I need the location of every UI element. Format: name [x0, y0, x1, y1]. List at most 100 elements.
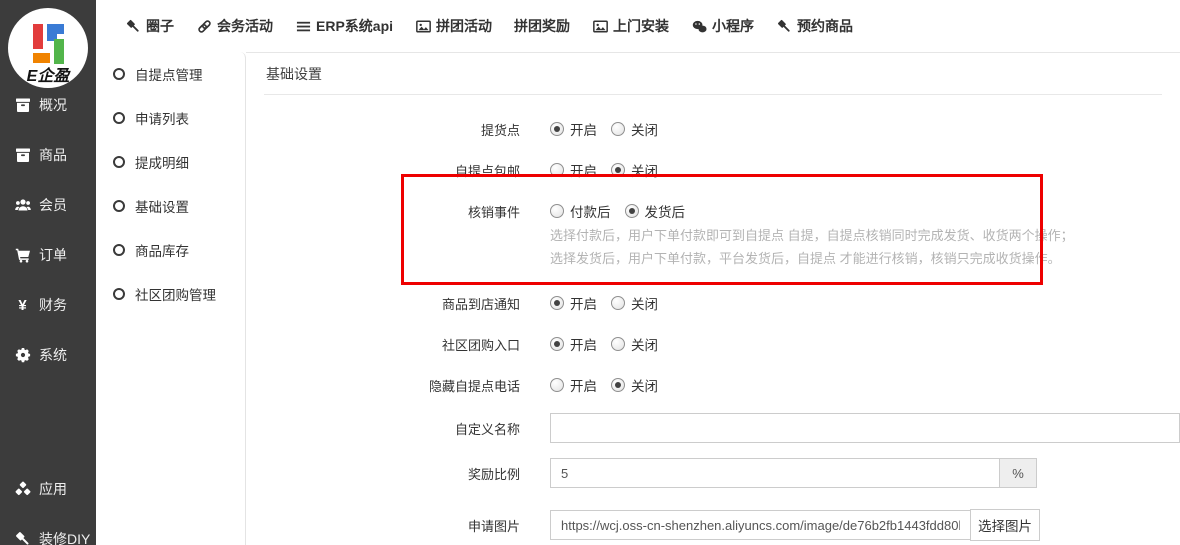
sidebar-item-label: 会员: [39, 195, 67, 215]
sidebar-item-orders[interactable]: 订单: [0, 242, 96, 268]
top-nav: 圈子 会务活动 ERP系统api 拼团活动 拼团奖励 上: [96, 0, 1180, 52]
main-sidebar: E企盈 概况 商品 会员: [0, 0, 96, 545]
submenu-item-label: 自提点管理: [135, 64, 203, 84]
verify-event-options-row: 核销事件 付款后 发货后: [246, 198, 1180, 224]
radio-label: 付款后: [570, 201, 611, 221]
custom-name-input[interactable]: [550, 413, 1180, 443]
field-label: 申请图片: [246, 516, 550, 535]
field-label: 隐藏自提点电话: [246, 376, 550, 395]
sidebar-item-system[interactable]: 系统: [0, 342, 96, 368]
field-label: 商品到店通知: [246, 294, 550, 313]
form-row-apply-image: 申请图片 选择图片: [246, 509, 1180, 541]
radio-button[interactable]: [625, 204, 639, 218]
app-window: E企盈 概况 商品 会员: [0, 0, 1180, 545]
radio-button[interactable]: [611, 337, 625, 351]
radio-label: 开启: [570, 160, 597, 180]
radio-button[interactable]: [611, 296, 625, 310]
radio-option-on[interactable]: 开启: [550, 119, 597, 139]
circle-o-icon: [113, 244, 125, 256]
submenu-item-pickup-management[interactable]: 自提点管理: [96, 61, 245, 87]
radio-option-off[interactable]: 关闭: [611, 293, 658, 313]
page-title: 基础设置: [264, 53, 1162, 95]
form-row-pickup-point: 提货点 开启 关闭: [246, 116, 1180, 142]
submenu-item-label: 社区团购管理: [135, 284, 216, 304]
sidebar-item-label: 概况: [39, 95, 67, 115]
reward-ratio-input[interactable]: [550, 458, 1000, 488]
list-icon: [295, 18, 311, 34]
submenu-item-goods-stock[interactable]: 商品库存: [96, 237, 245, 263]
gears-icon: [14, 347, 31, 364]
radio-button[interactable]: [550, 337, 564, 351]
radio-button[interactable]: [550, 163, 564, 177]
choose-image-button[interactable]: 选择图片: [970, 509, 1040, 541]
verify-event-help-line-2: 选择发货后，用户下单付款，平台发货后，自提点 才能进行核销，核销只完成收货操作。: [550, 247, 1180, 270]
sidebar-spacer: [0, 392, 96, 476]
submenu-item-apply-list[interactable]: 申请列表: [96, 105, 245, 131]
sidebar-item-members[interactable]: 会员: [0, 192, 96, 218]
sidebar-item-label: 订单: [39, 245, 67, 265]
field-label: 核销事件: [246, 202, 550, 221]
radio-option-off[interactable]: 关闭: [611, 119, 658, 139]
radio-button[interactable]: [611, 378, 625, 392]
sidebar-item-label: 装修DIY: [39, 529, 90, 545]
sidebar-item-decorate-diy[interactable]: 装修DIY: [0, 526, 96, 545]
top-nav-item-group-reward[interactable]: 拼团奖励: [514, 16, 570, 36]
top-nav-item-circle[interactable]: 圈子: [125, 16, 174, 36]
field-label: 自定义名称: [246, 419, 550, 438]
radio-option-after-payment[interactable]: 付款后: [550, 201, 611, 221]
sidebar-item-apps[interactable]: 应用: [0, 476, 96, 502]
apply-image-url-input[interactable]: [550, 510, 970, 540]
radio-option-off[interactable]: 关闭: [611, 375, 658, 395]
verify-event-help-line-1: 选择付款后，用户下单付款即可到自提点 自提，自提点核销同时完成发货、收货两个操作…: [550, 224, 1180, 247]
radio-button[interactable]: [611, 122, 625, 136]
radio-button[interactable]: [550, 204, 564, 218]
image-icon: [415, 18, 431, 34]
sidebar-item-finance[interactable]: ¥ 财务: [0, 292, 96, 318]
submenu-item-basic-settings[interactable]: 基础设置: [96, 193, 245, 219]
radio-option-after-shipment[interactable]: 发货后: [625, 201, 686, 221]
archive-icon: [14, 147, 31, 164]
cubes-icon: [14, 481, 31, 498]
radio-option-off[interactable]: 关闭: [611, 160, 658, 180]
circle-o-icon: [113, 200, 125, 212]
form-row-verify-event: 核销事件 付款后 发货后 选择付款后，用户下单付款即可到自提点 自提，自提点核销…: [246, 198, 1180, 270]
settings-form: 提货点 开启 关闭 自提点包邮 开启 关闭: [246, 95, 1180, 541]
submenu-item-label: 商品库存: [135, 240, 189, 260]
radio-option-on[interactable]: 开启: [550, 375, 597, 395]
radio-option-on[interactable]: 开启: [550, 334, 597, 354]
link-icon: [196, 18, 212, 34]
radio-label: 关闭: [631, 293, 658, 313]
submenu-item-community-groupbuy[interactable]: 社区团购管理: [96, 281, 245, 307]
radio-label: 开启: [570, 375, 597, 395]
sidebar-item-overview[interactable]: 概况: [0, 92, 96, 118]
top-nav-item-group-activity[interactable]: 拼团活动: [415, 16, 492, 36]
form-row-free-shipping: 自提点包邮 开启 关闭: [246, 157, 1180, 183]
top-nav-item-home-install[interactable]: 上门安装: [592, 16, 669, 36]
radio-button[interactable]: [611, 163, 625, 177]
sidebar-item-goods[interactable]: 商品: [0, 142, 96, 168]
top-nav-item-meeting-activity[interactable]: 会务活动: [196, 16, 273, 36]
submenu-item-label: 提成明细: [135, 152, 189, 172]
radio-option-on[interactable]: 开启: [550, 160, 597, 180]
top-nav-label: 小程序: [712, 16, 754, 36]
sidebar-nav: 概况 商品 会员 订单 ¥: [0, 92, 96, 545]
submenu-item-commission-detail[interactable]: 提成明细: [96, 149, 245, 175]
top-nav-label: 上门安装: [613, 16, 669, 36]
submenu-item-label: 申请列表: [135, 108, 189, 128]
top-nav-label: 会务活动: [217, 16, 273, 36]
radio-option-off[interactable]: 关闭: [611, 334, 658, 354]
radio-button[interactable]: [550, 378, 564, 392]
brand-logo-text: E企盈: [27, 67, 72, 85]
top-nav-item-booking-goods[interactable]: 预约商品: [776, 16, 853, 36]
radio-button[interactable]: [550, 122, 564, 136]
top-nav-item-erp-api[interactable]: ERP系统api: [295, 16, 393, 36]
radio-option-on[interactable]: 开启: [550, 293, 597, 313]
top-nav-label: 预约商品: [797, 16, 853, 36]
form-row-arrival-notice: 商品到店通知 开启 关闭: [246, 290, 1180, 316]
radio-label: 关闭: [631, 160, 658, 180]
content-panel: 基础设置 提货点 开启 关闭 自提点包邮 开启: [246, 52, 1180, 545]
sidebar-item-label: 应用: [39, 479, 67, 499]
radio-button[interactable]: [550, 296, 564, 310]
circle-o-icon: [113, 156, 125, 168]
top-nav-item-mini-program[interactable]: 小程序: [691, 16, 754, 36]
